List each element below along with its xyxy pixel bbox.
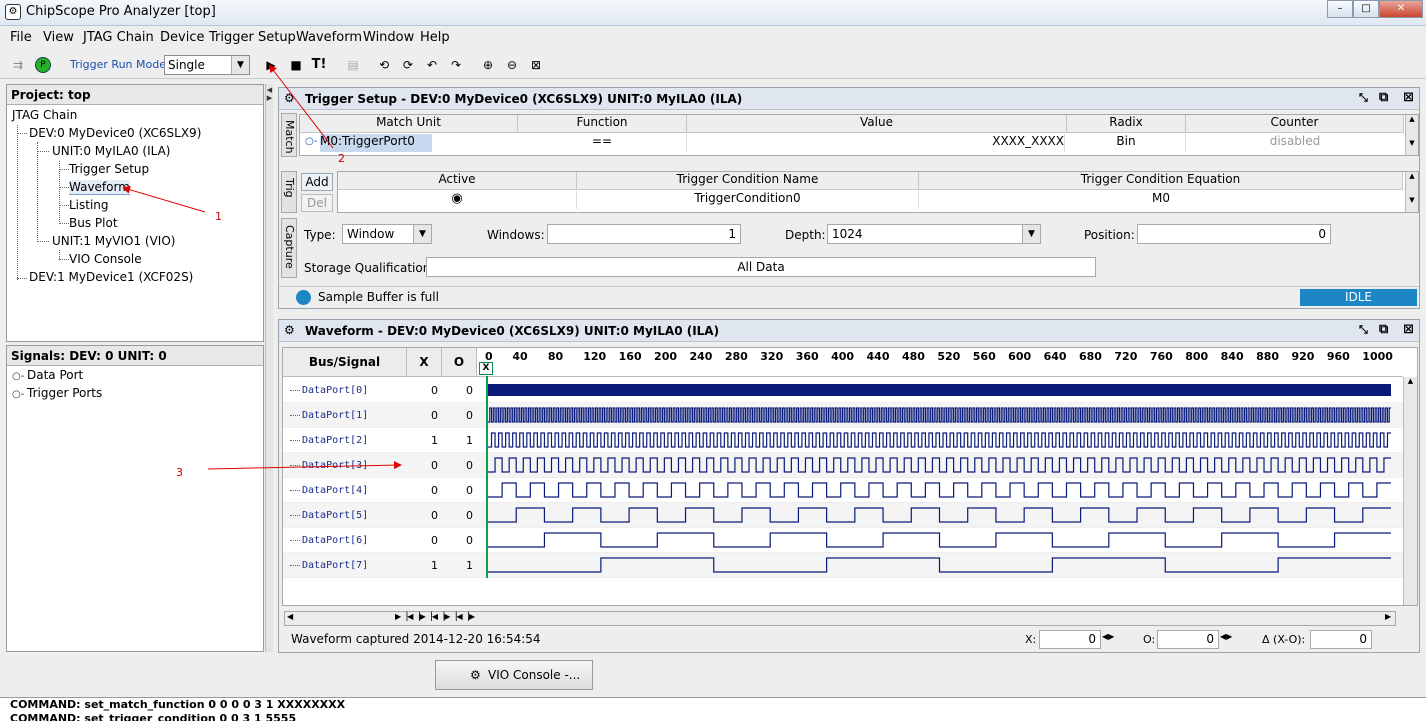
waveform-vertical-scrollbar[interactable]: ▲ — [1403, 377, 1417, 605]
window-gear-icon: ⚙ — [470, 668, 481, 682]
console-area: COMMAND: set_match_function 0 0 0 0 3 1 … — [0, 697, 1426, 721]
waveform-trace — [488, 432, 1391, 448]
capture-timestamp: Waveform captured 2014-12-20 16:54:54 — [291, 632, 541, 646]
waveform-trace — [488, 507, 1391, 523]
delta-label: Δ (X-O): — [1262, 633, 1306, 646]
vio-console-label: VIO Console -... — [488, 668, 581, 682]
console-line: COMMAND: set_match_function 0 0 0 0 3 1 … — [10, 698, 346, 711]
annotation-label-3: 3 — [176, 466, 183, 479]
waveform-trace — [488, 557, 1391, 573]
waveform-trace — [488, 457, 1391, 473]
scroll-right-icon[interactable]: ▶▕◀▕▶▕◀▕▶▕◀▕▶ — [395, 612, 475, 621]
waveform-trace — [488, 384, 1391, 396]
delta-input[interactable]: 0 — [1310, 630, 1372, 649]
waveform-horizontal-scrollbar[interactable]: ◀ ▶▕◀▕▶▕◀▕▶▕◀▕▶ ▶ — [284, 611, 1396, 626]
x-cursor-input[interactable]: 0 — [1039, 630, 1101, 649]
scroll-left-icon[interactable]: ◀ — [287, 612, 293, 621]
waveform-trace — [488, 407, 1391, 423]
x-cursor-label: X: — [1025, 633, 1037, 646]
o-cursor-stepper[interactable]: ◀▶ — [1220, 632, 1232, 641]
annotation-label-1: 1 — [215, 210, 222, 223]
console-line: COMMAND: set_trigger_condition 0 0 3 1 5… — [10, 712, 297, 721]
scroll-right-end-icon[interactable]: ▶ — [1385, 612, 1391, 621]
vio-console-taskbar-button[interactable]: ⚙ VIO Console -... — [435, 660, 593, 690]
o-cursor-input[interactable]: 0 — [1157, 630, 1219, 649]
x-cursor-stepper[interactable]: ◀▶ — [1102, 632, 1114, 641]
annotation-label-2: 2 — [338, 152, 345, 165]
waveform-trace — [488, 532, 1391, 548]
o-cursor-label: O: — [1143, 633, 1156, 646]
waveform-trace — [488, 482, 1391, 498]
